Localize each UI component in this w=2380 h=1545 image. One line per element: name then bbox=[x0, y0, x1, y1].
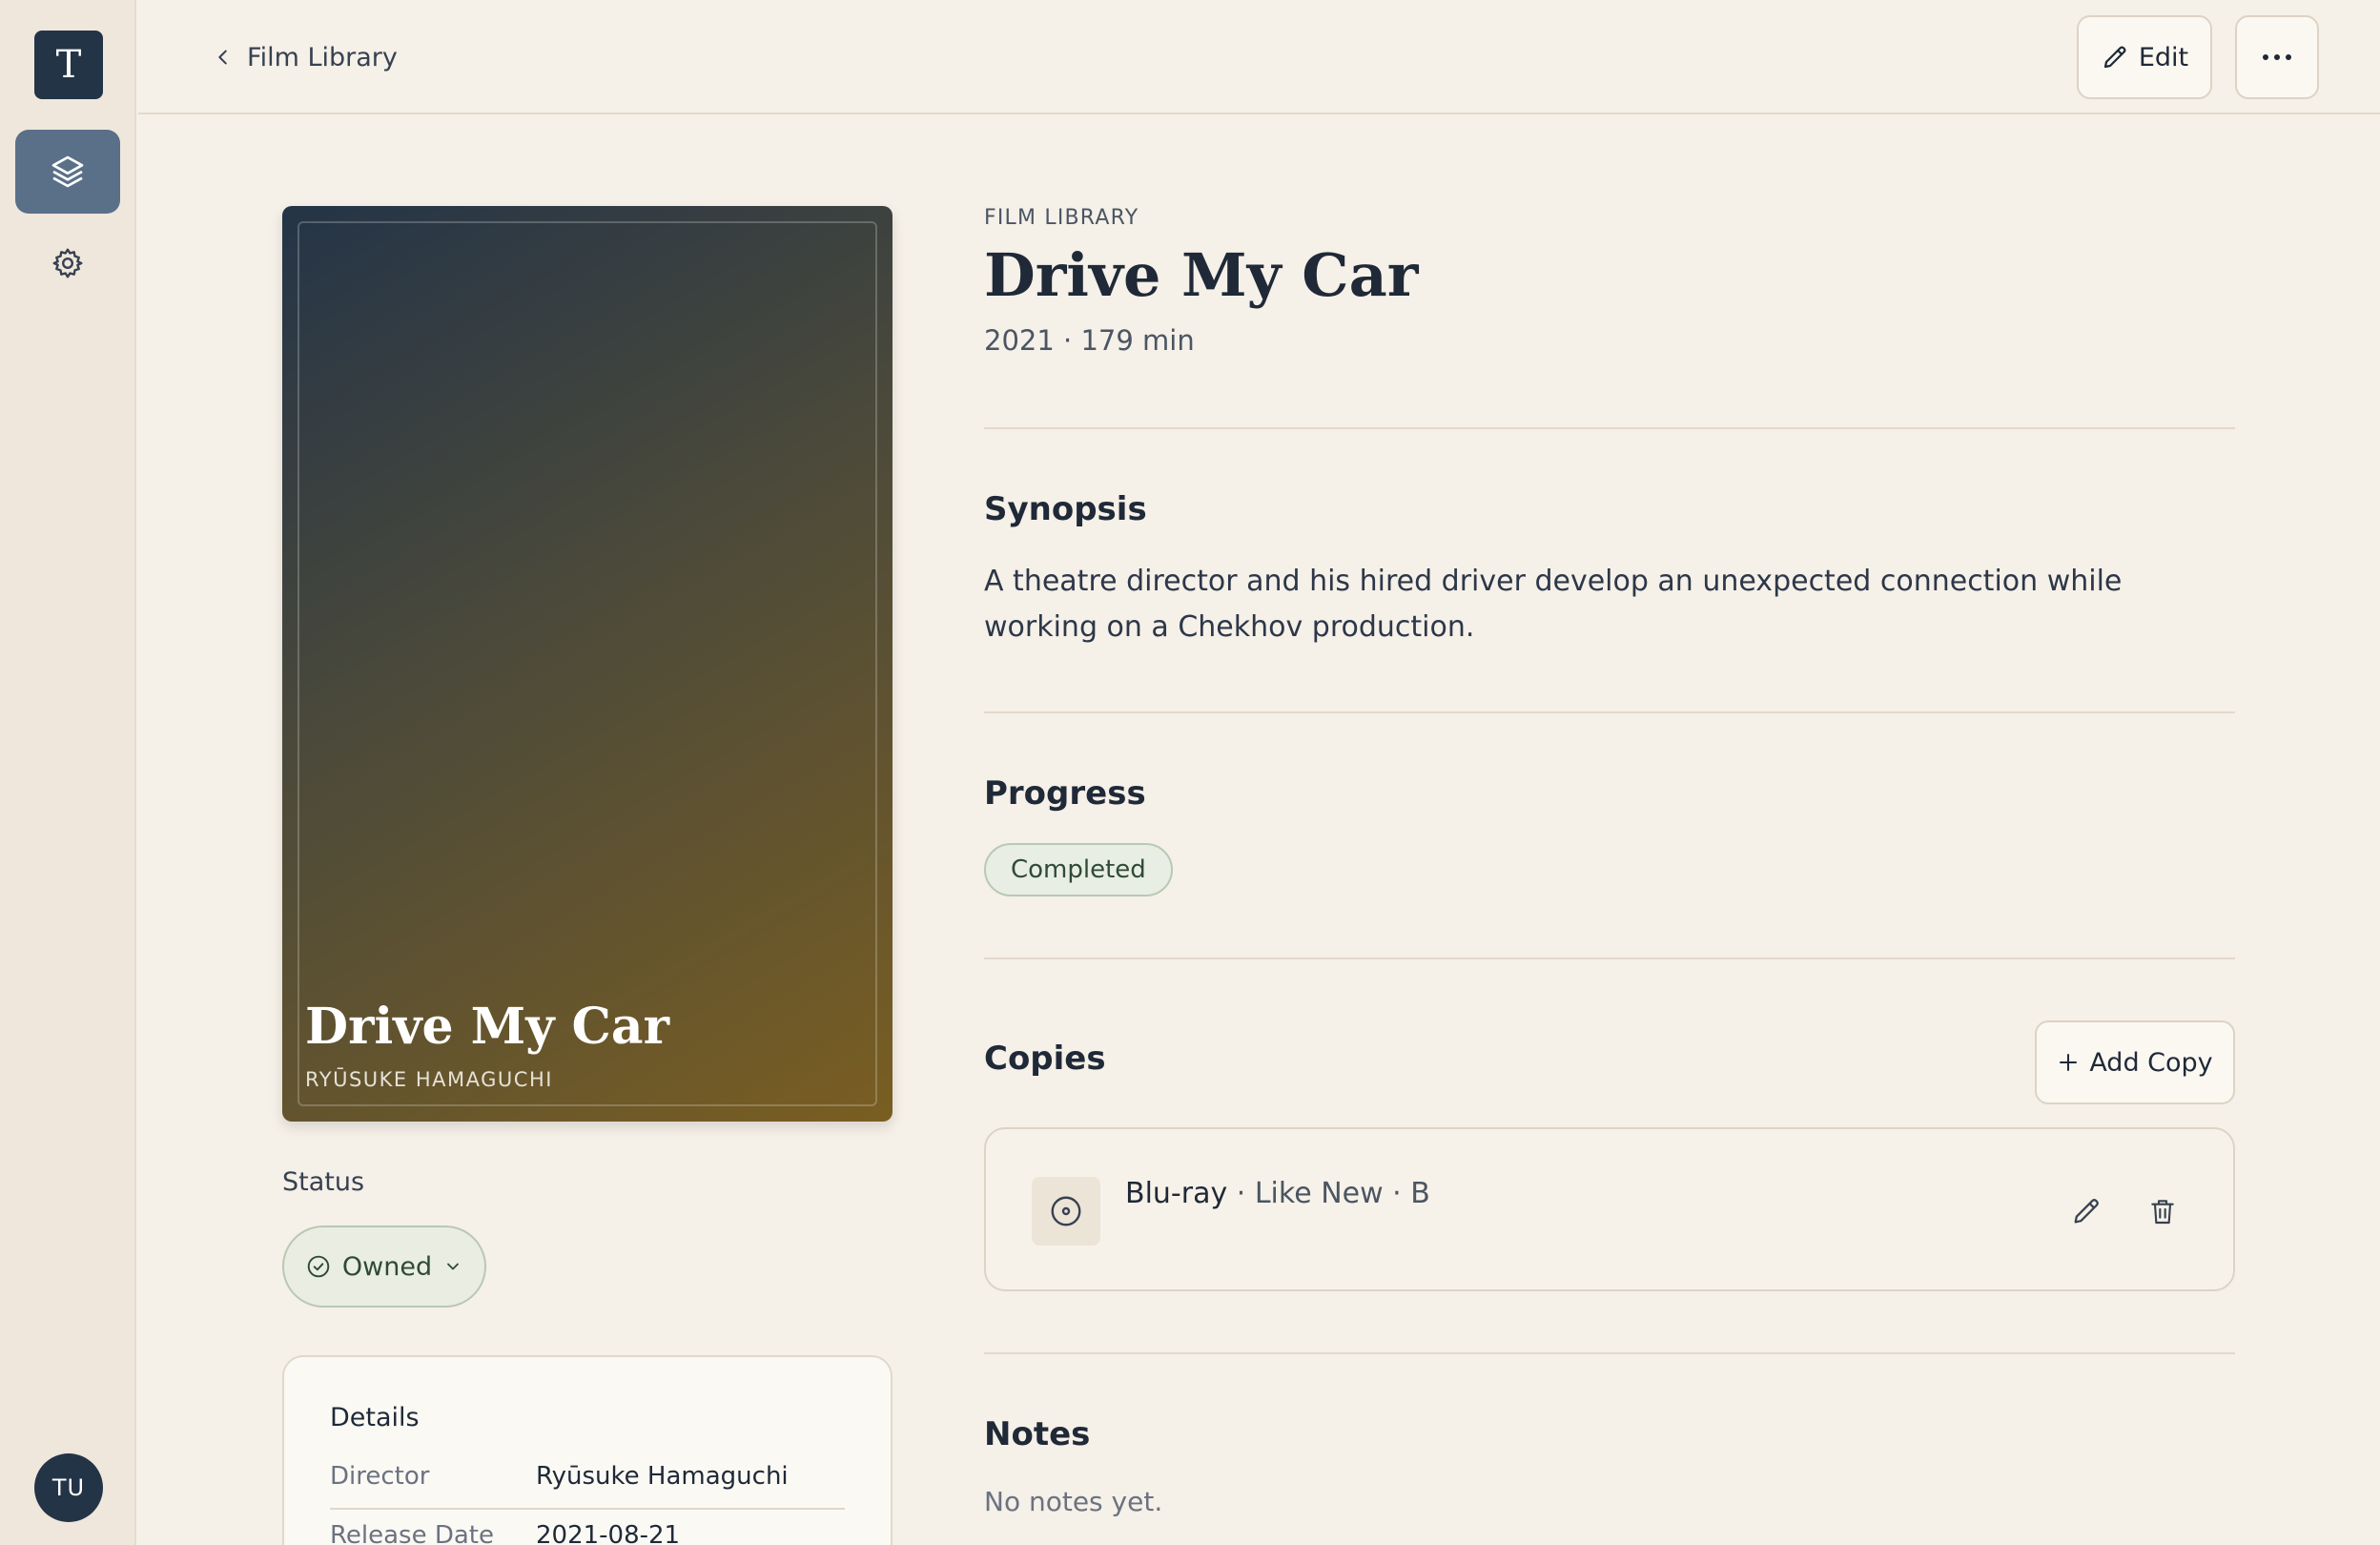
copy-item: Blu-ray · Like New · B bbox=[984, 1127, 2235, 1291]
eyebrow-label: FILM LIBRARY bbox=[984, 206, 1139, 230]
poster: Drive My Car RYŪSUKE HAMAGUCHI bbox=[282, 206, 892, 1122]
details-card: Details Director Ryūsuke Hamaguchi Relea… bbox=[282, 1355, 892, 1545]
notes-empty-text: No notes yet. bbox=[984, 1486, 1163, 1517]
progress-badge[interactable]: Completed bbox=[984, 843, 1173, 896]
synopsis-text: A theatre director and his hired driver … bbox=[984, 565, 2123, 644]
page-title: Drive My Car bbox=[984, 240, 1419, 310]
chevron-down-icon bbox=[447, 1263, 460, 1270]
back-link[interactable]: Film Library bbox=[213, 36, 398, 78]
disc-icon bbox=[1051, 1196, 1081, 1226]
detail-key: Release Date bbox=[330, 1521, 494, 1545]
top-bar: Film Library Edit bbox=[138, 0, 2380, 114]
breadcrumb-label: Film Library bbox=[247, 42, 398, 72]
layers-icon bbox=[51, 155, 84, 188]
copy-description: Blu-ray · Like New · B bbox=[1125, 1177, 1430, 1210]
status-label: Status bbox=[282, 1167, 365, 1197]
poster-subtitle: RYŪSUKE HAMAGUCHI bbox=[305, 1068, 553, 1091]
status-value: Owned bbox=[341, 1251, 433, 1282]
add-copy-button[interactable]: Add Copy bbox=[2035, 1020, 2235, 1104]
divider bbox=[984, 711, 2235, 713]
trash-icon bbox=[2151, 1200, 2174, 1225]
detail-row-director: Director Ryūsuke Hamaguchi bbox=[330, 1452, 845, 1510]
copy-format: Blu-ray bbox=[1125, 1177, 1228, 1210]
pencil-icon bbox=[2103, 46, 2126, 69]
sidebar: T TU bbox=[0, 0, 136, 1545]
detail-value: 2021-08-21 bbox=[536, 1521, 681, 1545]
divider bbox=[984, 427, 2235, 429]
disc-icon-box bbox=[1032, 1177, 1100, 1246]
divider bbox=[984, 1352, 2235, 1354]
copies-heading: Copies bbox=[984, 1040, 1106, 1078]
edit-copy-button[interactable] bbox=[2063, 1188, 2109, 1234]
user-avatar[interactable]: TU bbox=[34, 1453, 103, 1522]
details-title: Details bbox=[330, 1403, 420, 1432]
add-copy-label: Add Copy bbox=[2089, 1047, 2213, 1078]
logo-letter: T bbox=[55, 43, 82, 87]
film-meta: 2021 · 179 min bbox=[984, 324, 1195, 357]
app-logo[interactable]: T bbox=[34, 31, 103, 99]
check-circle-icon bbox=[307, 1255, 330, 1278]
pencil-icon bbox=[2074, 1199, 2099, 1224]
progress-heading: Progress bbox=[984, 774, 1146, 813]
gear-icon bbox=[52, 248, 83, 278]
copy-details: · Like New · B bbox=[1227, 1177, 1430, 1210]
poster-title: Drive My Car bbox=[305, 998, 670, 1056]
sidebar-item-library[interactable] bbox=[15, 130, 120, 214]
poster-frame bbox=[298, 221, 877, 1106]
synopsis-heading: Synopsis bbox=[984, 490, 1147, 528]
more-options-button[interactable] bbox=[2235, 15, 2319, 99]
notes-heading: Notes bbox=[984, 1415, 1091, 1453]
detail-row-release-date: Release Date 2021-08-21 bbox=[330, 1512, 845, 1545]
sidebar-item-settings[interactable] bbox=[15, 225, 120, 301]
status-dropdown[interactable]: Owned bbox=[282, 1226, 486, 1308]
divider bbox=[984, 958, 2235, 959]
edit-button[interactable]: Edit bbox=[2077, 15, 2212, 99]
plus-icon bbox=[2060, 1054, 2078, 1071]
edit-label: Edit bbox=[2138, 42, 2189, 72]
more-horizontal-icon bbox=[2263, 54, 2291, 60]
detail-value: Ryūsuke Hamaguchi bbox=[536, 1462, 789, 1491]
delete-copy-button[interactable] bbox=[2140, 1188, 2185, 1234]
detail-key: Director bbox=[330, 1462, 430, 1491]
chevron-left-icon bbox=[218, 50, 227, 65]
avatar-initials: TU bbox=[51, 1474, 86, 1501]
